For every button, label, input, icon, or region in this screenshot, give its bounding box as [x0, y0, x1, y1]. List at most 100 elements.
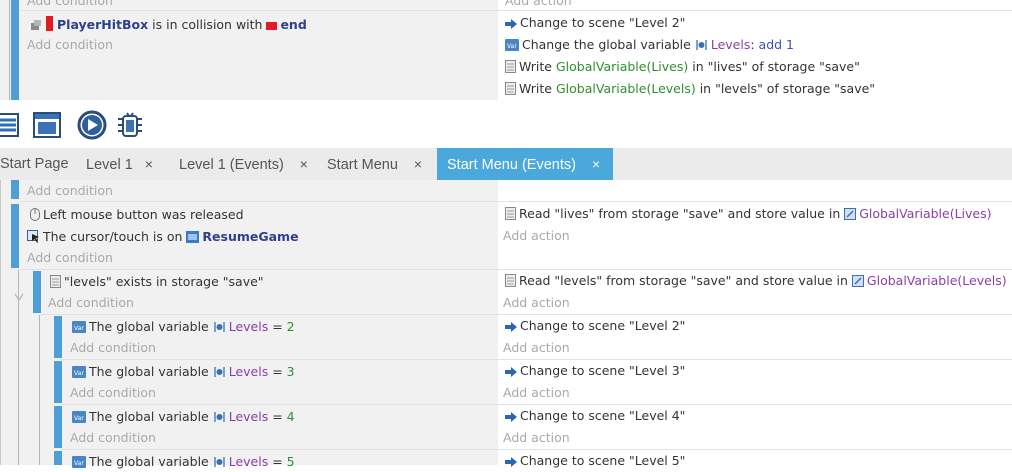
storage-icon — [505, 60, 516, 77]
svg-text:Var: Var — [74, 325, 84, 332]
variable-icon: Var — [505, 39, 519, 55]
action-read-storage[interactable]: Read "lives" from storage "save" and sto… — [505, 206, 992, 224]
action-suffix: in "lives" of storage "save" — [688, 59, 860, 74]
variable-icon — [844, 208, 857, 224]
storage-icon — [505, 82, 516, 99]
compare-value: 5 — [286, 454, 295, 469]
tab-label: Start Menu — [327, 157, 398, 173]
target-name: end — [280, 17, 307, 32]
tab-label: Start Menu (Events) — [447, 157, 576, 173]
add-condition-link[interactable]: Add condition — [70, 385, 156, 401]
scene-arrow-icon — [505, 455, 517, 471]
debugger-bug-icon[interactable] — [115, 111, 145, 139]
add-action-link[interactable]: Add action — [503, 385, 570, 401]
variable-name: Levels — [710, 37, 751, 52]
add-action-link[interactable]: Add action — [503, 340, 570, 356]
add-action-link[interactable]: Add action — [503, 228, 570, 244]
operator: = — [268, 409, 287, 424]
object-icon — [186, 231, 200, 247]
storage-icon — [50, 275, 61, 292]
condition-text: is in collision with — [148, 17, 267, 32]
tab-label: Level 1 — [86, 157, 133, 173]
object-name: ResumeGame — [202, 229, 299, 244]
svg-text:Var: Var — [74, 460, 84, 467]
scene-arrow-icon — [505, 17, 517, 33]
variable-name: Levels — [228, 319, 269, 334]
expression-text: GlobalVariable(Levels) — [555, 81, 696, 96]
action-prefix: Write — [519, 59, 556, 74]
variable-icon: Var — [72, 321, 86, 337]
events-list-icon[interactable] — [0, 111, 22, 139]
close-icon[interactable]: × — [145, 156, 153, 172]
condition-global-variable[interactable]: Var The global variable Levels = 5 — [72, 454, 295, 472]
tab-bar: Start Page Level 1 × Level 1 (Events) × St… — [0, 148, 1012, 180]
action-text: Change to scene "Level 5" — [520, 453, 686, 468]
tab-level-1[interactable]: Level 1 × — [74, 148, 166, 180]
action-change-scene[interactable]: Change to scene "Level 4" — [505, 408, 685, 426]
condition-prefix: The global variable — [89, 364, 213, 379]
close-icon[interactable]: × — [300, 156, 308, 172]
condition-cursor-on[interactable]: The cursor/touch is on ResumeGame — [27, 229, 299, 247]
add-condition-link[interactable]: Add condition — [27, 183, 113, 199]
svg-text:Var: Var — [507, 43, 517, 50]
variable-name: Levels — [228, 454, 269, 469]
action-read-storage[interactable]: Read "levels" from storage "save" and st… — [505, 273, 1007, 291]
variable-icon: Var — [72, 366, 86, 382]
close-icon[interactable]: × — [414, 156, 422, 172]
collapse-arrow-icon[interactable] — [14, 290, 24, 302]
add-condition-link[interactable]: Add condition — [70, 430, 156, 446]
operator: = — [268, 364, 287, 379]
add-action-link[interactable]: Add action — [503, 295, 570, 311]
global-variable-icon — [213, 321, 226, 337]
window-icon[interactable] — [33, 111, 61, 139]
close-icon[interactable]: × — [592, 156, 600, 172]
tab-start-page[interactable]: Start Page — [0, 148, 70, 180]
player-object-icon — [45, 16, 54, 35]
variable-icon: Var — [72, 411, 86, 427]
global-variable-icon — [213, 411, 226, 427]
action-change-scene[interactable]: Change to scene "Level 2" — [505, 15, 685, 33]
action-write-storage[interactable]: Write GlobalVariable(Levels) in "levels"… — [505, 81, 875, 99]
expression-text: GlobalVariable(Lives) — [555, 59, 689, 74]
action-prefix: Read "lives" from storage "save" and sto… — [519, 206, 845, 221]
mouse-icon — [30, 208, 40, 225]
condition-mouse-released[interactable]: Left mouse button was released — [30, 207, 244, 225]
storage-icon — [505, 207, 516, 224]
tab-label: Start Page — [0, 156, 69, 172]
action-change-scene[interactable]: Change to scene "Level 3" — [505, 363, 685, 381]
add-condition-link[interactable]: Add condition — [27, 250, 113, 266]
compare-value: 2 — [286, 319, 295, 334]
action-change-scene[interactable]: Change to scene "Level 5" — [505, 453, 685, 471]
scene-arrow-icon — [505, 365, 517, 381]
action-prefix: Write — [519, 81, 556, 96]
end-object-icon — [266, 19, 278, 35]
add-condition-link[interactable]: Add condition — [70, 340, 156, 356]
add-action-link[interactable]: Add action — [503, 430, 570, 446]
add-condition-link[interactable]: Add condition — [27, 0, 113, 9]
action-change-variable[interactable]: Var Change the global variable Levels: ad… — [505, 37, 794, 55]
svg-text:Var: Var — [74, 415, 84, 422]
condition-collision[interactable]: PlayerHitBox is in collision with end — [30, 16, 307, 35]
action-suffix: in "levels" of storage "save" — [695, 81, 876, 96]
condition-text: "levels" exists in storage "save" — [64, 274, 264, 289]
add-condition-link[interactable]: Add condition — [48, 295, 134, 311]
action-change-scene[interactable]: Change to scene "Level 2" — [505, 318, 685, 336]
condition-global-variable[interactable]: Var The global variable Levels = 3 — [72, 364, 295, 382]
preview-play-icon[interactable] — [77, 110, 107, 140]
action-prefix: Read "levels" from storage "save" and st… — [519, 273, 852, 288]
tab-level-1-events[interactable]: Level 1 (Events) × — [167, 148, 315, 180]
global-variable-icon — [213, 366, 226, 382]
add-action-link[interactable]: Add action — [505, 0, 572, 9]
condition-storage-exists[interactable]: "levels" exists in storage "save" — [50, 274, 264, 292]
condition-global-variable[interactable]: Var The global variable Levels = 4 — [72, 409, 295, 427]
tab-start-menu[interactable]: Start Menu × — [315, 148, 437, 180]
variable-expression: GlobalVariable(Levels) — [866, 273, 1007, 288]
operator: = — [268, 454, 287, 469]
object-stack-icon — [30, 19, 42, 35]
variable-icon: Var — [72, 456, 86, 472]
tab-start-menu-events[interactable]: Start Menu (Events) × — [437, 148, 613, 180]
condition-global-variable[interactable]: Var The global variable Levels = 2 — [72, 319, 295, 337]
add-condition-link[interactable]: Add condition — [27, 37, 113, 53]
svg-text:Var: Var — [74, 370, 84, 377]
action-write-storage[interactable]: Write GlobalVariable(Lives) in "lives" o… — [505, 59, 860, 77]
